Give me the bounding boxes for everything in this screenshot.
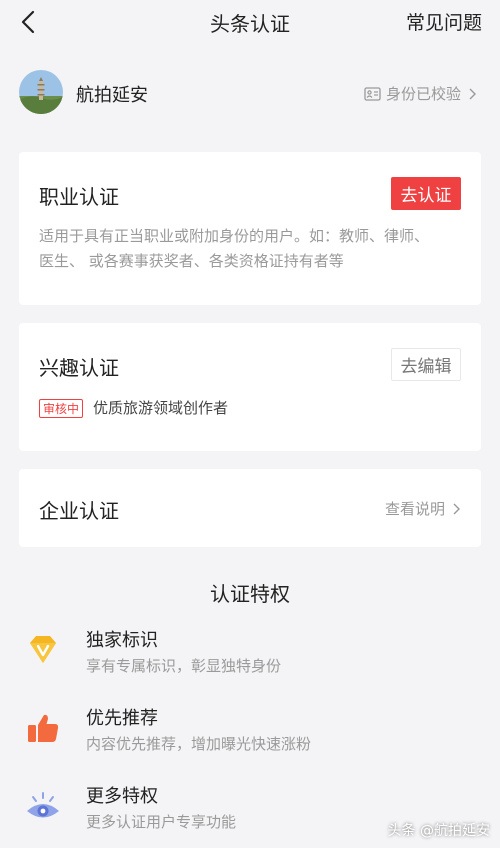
interest-label: 优质旅游领域创作者 bbox=[93, 399, 229, 417]
avatar[interactable] bbox=[19, 70, 63, 114]
privilege-desc: 享有专属标识，彰显独特身份 bbox=[86, 657, 282, 675]
privilege-desc: 更多认证用户专享功能 bbox=[86, 813, 237, 831]
interest-card: 兴趣认证 去编辑 审核中 优质旅游领域创作者 bbox=[19, 323, 481, 451]
privileges-title: 认证特权 bbox=[210, 582, 290, 606]
occupation-description: 适用于具有正当职业或附加身份的用户。如：教师、律师、 医生、 或各赛事获奖者、各… bbox=[39, 224, 461, 274]
privilege-item: 独家标识 享有专属标识，彰显独特身份 bbox=[0, 626, 500, 686]
enterprise-card[interactable]: 企业认证 查看说明 bbox=[19, 469, 481, 547]
eye-icon bbox=[27, 792, 59, 818]
identity-verified-link[interactable]: 身份已校验 bbox=[364, 83, 482, 104]
profile-name: 航拍延安 bbox=[76, 85, 148, 106]
privilege-item: 优先推荐 内容优先推荐，增加曝光快速涨粉 bbox=[0, 704, 500, 764]
occupation-card: 职业认证 去认证 适用于具有正当职业或附加身份的用户。如：教师、律师、 医生、 … bbox=[19, 152, 481, 305]
privilege-title: 独家标识 bbox=[86, 630, 158, 651]
diamond-v-icon bbox=[30, 636, 56, 663]
view-explanation-label: 查看说明 bbox=[384, 500, 445, 518]
profile-row: 航拍延安 身份已校验 bbox=[0, 66, 500, 122]
status-badge: 审核中 bbox=[39, 399, 84, 418]
id-card-icon bbox=[364, 86, 381, 101]
header-bar: 头条认证 常见问题 bbox=[0, 0, 500, 44]
occupation-title: 职业认证 bbox=[39, 185, 119, 209]
chevron-right-icon bbox=[469, 88, 476, 99]
privilege-desc: 内容优先推荐，增加曝光快速涨粉 bbox=[86, 735, 312, 753]
occupation-desc-line2: 医生、 或各赛事获奖者、各类资格证持有者等 bbox=[39, 252, 344, 270]
chevron-right-icon bbox=[453, 503, 460, 514]
identity-status-label: 身份已校验 bbox=[385, 85, 461, 103]
go-edit-button[interactable]: 去编辑 bbox=[391, 348, 461, 381]
privilege-title: 更多特权 bbox=[86, 786, 158, 807]
avatar-pagoda-image bbox=[19, 70, 63, 114]
watermark: 头条 @航拍延安 bbox=[387, 823, 490, 839]
go-verify-button[interactable]: 去认证 bbox=[391, 177, 461, 210]
view-explanation-link[interactable]: 查看说明 bbox=[385, 498, 461, 519]
faq-link[interactable]: 常见问题 bbox=[406, 8, 482, 35]
interest-title: 兴趣认证 bbox=[39, 356, 119, 380]
thumbs-up-icon bbox=[28, 714, 59, 742]
privilege-title: 优先推荐 bbox=[86, 708, 158, 729]
occupation-desc-line1: 适用于具有正当职业或附加身份的用户。如：教师、律师、 bbox=[39, 227, 430, 245]
enterprise-title: 企业认证 bbox=[39, 499, 119, 523]
